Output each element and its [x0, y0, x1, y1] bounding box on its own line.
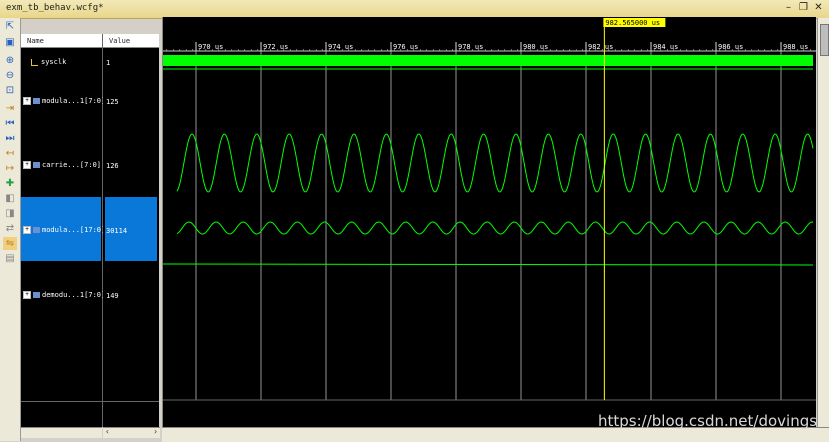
zoom-in-icon[interactable]: ⊕	[3, 54, 17, 67]
signal-name: modula...[17:0]	[42, 226, 106, 234]
signal-value-panel: Value 1 125 126 30114 149	[103, 34, 159, 427]
go-to-start-icon[interactable]: ⏮	[3, 117, 17, 130]
zoom-fit-icon[interactable]: ⊡	[3, 84, 17, 97]
ruler-tick-label: 970 us	[198, 43, 223, 51]
previous-transition-icon[interactable]: ↤	[3, 147, 17, 160]
signal-name: sysclk	[41, 58, 67, 66]
signal-row-sysclk[interactable]: sysclk	[31, 58, 66, 66]
bus-signal-icon	[33, 227, 40, 233]
expand-icon[interactable]: +	[23, 161, 31, 169]
ruler-tick-label: 974 us	[328, 43, 353, 51]
modulated-product-wave	[176, 221, 814, 235]
value-column-header[interactable]: Value	[103, 34, 159, 48]
carrier-wave	[176, 133, 814, 193]
ruler-tick-label: 984 us	[653, 43, 678, 51]
scroll-left-icon[interactable]: ‹	[105, 427, 110, 436]
waveform-canvas[interactable]: 970 us 972 us 974 us 976 us 978 us 980 us 982 …	[162, 17, 816, 427]
expand-icon[interactable]: +	[23, 226, 31, 234]
signal-name: modula...1[7:0]	[42, 97, 106, 105]
signal-value: 149	[106, 292, 119, 300]
cursor-time-label: 982.565000 us	[605, 19, 660, 27]
signal-value: 1	[106, 59, 111, 67]
waveform-svg[interactable]: 970 us 972 us 974 us 976 us 978 us 980 us 982 …	[162, 17, 816, 427]
signal-row-carrier[interactable]: + carrie...[7:0]	[23, 161, 101, 169]
ruler-tick-label: 976 us	[393, 43, 418, 51]
window-title: exm_tb_behav.wcfg*	[6, 3, 104, 13]
panel-divider	[21, 401, 102, 402]
signal-name: demodu...1[7:0]	[42, 291, 106, 299]
name-column-header[interactable]: Name	[21, 34, 102, 48]
bus-signal-icon	[33, 98, 40, 104]
go-to-cursor-icon[interactable]: ⇥	[3, 102, 17, 115]
snap-to-transition-icon[interactable]: ⇋	[3, 237, 17, 250]
ruler-tick-label: 978 us	[458, 43, 483, 51]
demodulated-wave	[162, 263, 814, 266]
save-icon[interactable]: ▣	[3, 36, 17, 49]
ruler-tick-label: 972 us	[263, 43, 288, 51]
add-marker-icon[interactable]: ✚	[3, 177, 17, 190]
swap-cursors-icon[interactable]: ⇄	[3, 222, 17, 235]
cursor-icon[interactable]: ⇱	[3, 20, 17, 33]
signal-row-modulated-product[interactable]: + modula...[17:0]	[23, 226, 105, 234]
next-transition-icon[interactable]: ↦	[3, 162, 17, 175]
bus-signal-icon	[33, 162, 40, 168]
watermark: https://blog.csdn.net/dovings	[598, 412, 818, 430]
signal-value: 126	[106, 162, 119, 170]
waveform-toolbar: ⇱ ▣ ⊕ ⊖ ⊡ ⇥ ⏮ ⏭ ↤ ↦ ✚ ◧ ◨ ⇄ ⇋ ▤	[0, 18, 21, 441]
previous-marker-icon[interactable]: ◧	[3, 192, 17, 205]
close-icon[interactable]: ✕	[812, 2, 825, 15]
signal-name-panel: Name sysclk + modula...1[7:0] + carrie...[…	[21, 34, 105, 427]
go-to-end-icon[interactable]: ⏭	[3, 132, 17, 145]
value-panel-scrollbar[interactable]: ‹ ›	[103, 427, 160, 438]
ruler-tick-label: 988 us	[783, 43, 808, 51]
signal-row-modulated[interactable]: + modula...1[7:0]	[23, 97, 105, 105]
panel-divider	[103, 401, 159, 402]
restore-icon[interactable]: ❐	[797, 2, 810, 15]
minimize-icon[interactable]: –	[782, 2, 795, 15]
ruler-tick-label: 980 us	[523, 43, 548, 51]
signal-value: 125	[106, 98, 119, 106]
ruler-tick-label: 982 us	[588, 43, 613, 51]
next-marker-icon[interactable]: ◨	[3, 207, 17, 220]
expand-icon[interactable]: +	[23, 97, 31, 105]
sysclk-wave	[163, 55, 813, 66]
ruler-tick-label: 986 us	[718, 43, 743, 51]
signal-row-demodulated[interactable]: + demodu...1[7:0]	[23, 291, 105, 299]
scrollbar-thumb[interactable]	[820, 24, 829, 56]
name-panel-scrollbar[interactable]	[21, 427, 102, 438]
signal-name: carrie...[7:0]	[42, 161, 102, 169]
zoom-out-icon[interactable]: ⊖	[3, 69, 17, 82]
scroll-right-icon[interactable]: ›	[153, 427, 158, 436]
expand-icon[interactable]: +	[23, 291, 31, 299]
vertical-scrollbar[interactable]	[817, 18, 829, 427]
floating-ruler-icon[interactable]: ▤	[3, 252, 17, 265]
bus-signal-icon	[33, 292, 40, 298]
clock-signal-icon	[31, 58, 38, 66]
signal-value: 30114	[106, 227, 128, 235]
